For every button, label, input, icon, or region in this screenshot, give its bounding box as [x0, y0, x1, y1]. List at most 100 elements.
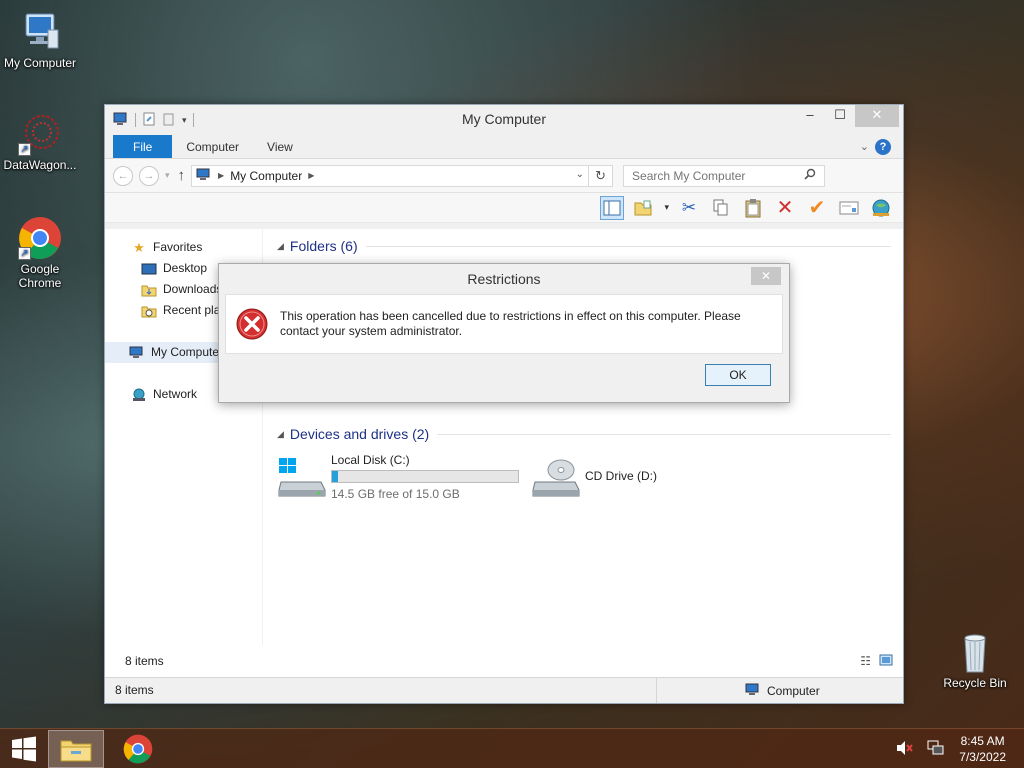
- collapse-triangle-icon[interactable]: ◢: [277, 429, 284, 440]
- file-explorer-icon: [60, 740, 92, 761]
- expand-ribbon-icon[interactable]: ⌄: [860, 140, 869, 153]
- explorer-window: ▾ My Computer – ☐ ✕ File Computer View ⌄…: [104, 104, 904, 704]
- computer-icon: [18, 10, 62, 54]
- desktop-icon-datawagon[interactable]: ↗ DataWagon...: [0, 112, 80, 172]
- collapse-triangle-icon[interactable]: ◢: [277, 241, 284, 252]
- search-box[interactable]: [623, 164, 826, 187]
- search-icon[interactable]: [804, 168, 816, 183]
- preview-pane-button[interactable]: [600, 195, 625, 220]
- folder-options-button[interactable]: [632, 196, 656, 220]
- quick-access-toolbar: ▾: [105, 112, 194, 129]
- help-icon[interactable]: ?: [875, 139, 891, 155]
- restrictions-dialog: Restrictions ✕ This operation has been c…: [218, 263, 790, 403]
- clock-date: 7/3/2022: [959, 750, 1006, 764]
- taskbar-chrome[interactable]: [110, 730, 166, 768]
- desktop-icon-label: My Computer: [3, 56, 77, 70]
- drive-item-c[interactable]: Local Disk (C:) 14.5 GB free of 15.0 GB: [277, 453, 531, 501]
- refresh-button[interactable]: ↻: [588, 165, 612, 186]
- properties-window-icon[interactable]: [837, 196, 861, 220]
- status-location-label: Computer: [767, 683, 820, 698]
- maximize-button[interactable]: ☐: [825, 105, 855, 127]
- desktop-icon-recycle-bin[interactable]: Recycle Bin: [935, 630, 1015, 690]
- taskbar-file-explorer[interactable]: [48, 729, 104, 768]
- drive-usage-bar: [331, 470, 519, 483]
- chrome-icon: [123, 734, 153, 763]
- window-controls: – ☐ ✕: [795, 105, 899, 127]
- title-bar: ▾ My Computer – ☐ ✕: [105, 105, 903, 135]
- breadcrumb-separator-icon[interactable]: ▶: [218, 171, 224, 180]
- address-box[interactable]: ▶ My Computer ▶ ⌄ ↻: [191, 164, 614, 187]
- nav-item-favorites[interactable]: ★ Favorites: [105, 237, 262, 258]
- start-button[interactable]: [0, 729, 48, 768]
- network-globe-icon[interactable]: [869, 196, 893, 220]
- close-button[interactable]: ✕: [855, 105, 899, 127]
- desktop-folder-icon: [141, 262, 157, 276]
- desktop-icon-label: Google Chrome: [18, 262, 62, 290]
- drives-list: Local Disk (C:) 14.5 GB free of 15.0 GB: [277, 453, 903, 501]
- clock-time: 8:45 AM: [960, 734, 1005, 748]
- cut-icon[interactable]: ✂: [677, 196, 701, 220]
- nav-item-label: My Computer: [151, 345, 224, 359]
- error-icon: [236, 308, 268, 340]
- cd-drive-icon: [531, 456, 581, 498]
- nav-item-label: Desktop: [163, 261, 208, 275]
- group-header-devices[interactable]: ◢ Devices and drives (2): [277, 423, 903, 445]
- rename-check-icon[interactable]: ✔: [805, 196, 829, 220]
- star-icon: ★: [133, 240, 145, 255]
- customize-qat-icon[interactable]: ▾: [182, 115, 187, 126]
- desktop-icon-my-computer[interactable]: My Computer: [0, 10, 80, 70]
- paste-icon[interactable]: [741, 196, 765, 220]
- computer-small-icon: [745, 683, 761, 699]
- network-status-icon[interactable]: [927, 740, 945, 759]
- new-folder-icon[interactable]: [162, 112, 176, 129]
- copy-icon[interactable]: [709, 196, 733, 220]
- group-title: Devices and drives (2): [289, 426, 430, 442]
- ok-button[interactable]: OK: [705, 364, 771, 386]
- group-header-folders[interactable]: ◢ Folders (6): [277, 235, 903, 257]
- address-dropdown-icon[interactable]: ⌄: [576, 169, 584, 180]
- shortcut-arrow-icon: ↗: [18, 247, 31, 260]
- drive-info: CD Drive (D:): [585, 469, 657, 486]
- tab-view[interactable]: View: [253, 135, 307, 158]
- drive-item-d[interactable]: CD Drive (D:): [531, 453, 785, 501]
- desktop-icon-label: DataWagon...: [3, 158, 77, 172]
- network-icon: [131, 388, 147, 402]
- volume-muted-icon[interactable]: [895, 740, 914, 759]
- search-input[interactable]: [632, 168, 793, 183]
- taskbar: 8:45 AM 7/3/2022: [0, 728, 1024, 768]
- details-bar: 8 items ☷: [105, 645, 903, 677]
- separator: [192, 113, 194, 127]
- drive-usage-fill: [332, 471, 338, 482]
- recent-places-icon: [141, 304, 157, 318]
- folder-options-dropdown-icon[interactable]: ▾: [664, 202, 669, 213]
- drive-free-space: 14.5 GB free of 15.0 GB: [331, 487, 460, 501]
- up-button[interactable]: ↑: [178, 167, 186, 184]
- dialog-footer: OK: [219, 354, 789, 398]
- dialog-close-button[interactable]: ✕: [751, 267, 781, 285]
- properties-icon[interactable]: [142, 112, 156, 129]
- system-tray: 8:45 AM 7/3/2022: [895, 729, 1006, 768]
- datawagon-icon: ↗: [18, 112, 62, 156]
- desktop-icon-chrome[interactable]: ↗ Google Chrome: [0, 216, 80, 290]
- status-bar: 8 items Computer: [105, 677, 903, 703]
- breadcrumb-separator-icon[interactable]: ▶: [308, 171, 314, 180]
- dialog-title-bar: Restrictions ✕: [219, 264, 789, 294]
- ribbon-tabs: File Computer View ⌄ ?: [105, 135, 903, 159]
- status-location: Computer: [745, 683, 820, 699]
- tab-computer[interactable]: Computer: [172, 135, 253, 158]
- items-count: 8 items: [125, 654, 164, 668]
- details-view-icon[interactable]: ☷: [860, 654, 871, 669]
- large-icons-view-icon[interactable]: [879, 654, 893, 669]
- recent-locations-dropdown[interactable]: ▾: [165, 170, 170, 181]
- breadcrumb-my-computer[interactable]: My Computer: [230, 169, 302, 183]
- tab-file[interactable]: File: [113, 135, 173, 158]
- delete-icon[interactable]: ✕: [773, 196, 797, 220]
- window-title: My Computer: [461, 111, 547, 127]
- forward-button[interactable]: →: [139, 165, 159, 186]
- status-items-count: 8 items: [105, 678, 657, 703]
- clock[interactable]: 8:45 AM 7/3/2022: [959, 733, 1006, 765]
- computer-small-icon[interactable]: [113, 112, 129, 129]
- nav-item-label: Favorites: [153, 240, 203, 254]
- minimize-button[interactable]: –: [795, 105, 825, 127]
- back-button[interactable]: ←: [113, 165, 133, 186]
